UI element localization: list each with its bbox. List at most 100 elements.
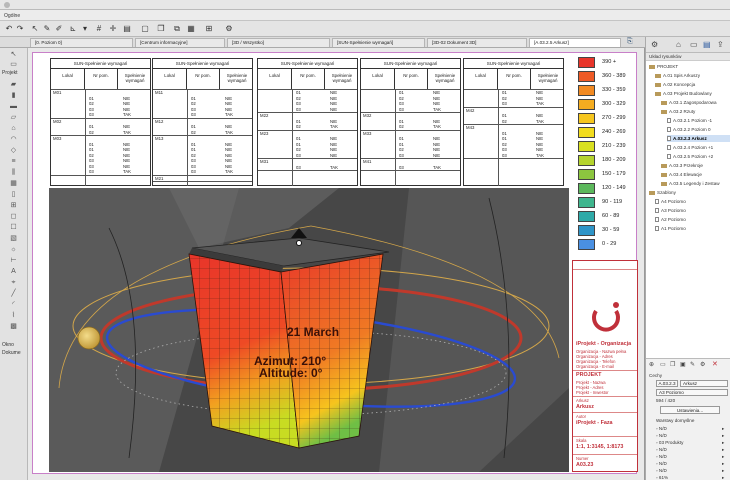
- text-icon[interactable]: A: [7, 267, 20, 276]
- tree-item[interactable]: A1 Poziomo: [655, 225, 730, 232]
- chevron-right-icon[interactable]: ▸: [722, 440, 724, 446]
- roof-icon[interactable]: ⌂: [7, 124, 20, 133]
- copy-icon[interactable]: ❐: [670, 361, 675, 368]
- tree-item[interactable]: A.01 Spis Arkuszy: [655, 72, 730, 79]
- tree-item[interactable]: A2 Poziomo: [655, 216, 730, 223]
- project-map-icon[interactable]: ⌂: [676, 40, 681, 49]
- settings-button[interactable]: Ustawienia...: [660, 406, 720, 414]
- chevron-right-icon[interactable]: ▸: [722, 447, 724, 453]
- tree-item[interactable]: A4 Poziomo: [655, 198, 730, 205]
- tab-centrum-informacyjne[interactable]: [Centrum informacyjne]: [135, 38, 225, 47]
- tree-item[interactable]: A.03.2 Rzuty: [661, 108, 730, 115]
- chevron-down-icon[interactable]: ▾: [80, 24, 90, 34]
- railing-icon[interactable]: ⫼: [7, 168, 20, 177]
- chevron-right-icon[interactable]: ▸: [722, 461, 724, 467]
- shell-icon[interactable]: ◠: [7, 135, 20, 144]
- polyline-icon[interactable]: ⌇: [7, 311, 20, 320]
- undo-icon[interactable]: ↶: [4, 24, 14, 34]
- tree-item[interactable]: A.03.4 Elewacje: [661, 171, 730, 178]
- label-icon[interactable]: ⌖: [7, 278, 20, 287]
- id-field[interactable]: A.03.2.3: [656, 380, 678, 387]
- line-icon[interactable]: ╱: [7, 289, 20, 298]
- chevron-right-icon[interactable]: ▸: [722, 433, 724, 439]
- align-icon[interactable]: ⊞: [204, 24, 214, 34]
- chevron-right-icon[interactable]: ▸: [722, 468, 724, 474]
- group-icon[interactable]: ⧉: [172, 24, 182, 34]
- tree-item[interactable]: A.03.2.4 Poziom +1: [667, 144, 730, 151]
- curtain-wall-icon[interactable]: ▦: [7, 179, 20, 188]
- edit-icon[interactable]: ✎: [690, 361, 695, 368]
- dimension-icon[interactable]: ⊢: [7, 256, 20, 265]
- property-row[interactable]: ▫ N/D: [656, 426, 667, 431]
- property-row[interactable]: ▫ N/D: [656, 447, 667, 452]
- view-map-icon[interactable]: ▭: [690, 40, 698, 49]
- menu-item-ogolne[interactable]: Ogólne: [4, 13, 20, 19]
- layers-icon[interactable]: ▤: [122, 24, 132, 34]
- layout-book-icon[interactable]: ▤: [703, 40, 711, 49]
- tab-arkusz[interactable]: [A.03.2.5 Arkusz]: [529, 38, 621, 47]
- lamp-icon[interactable]: ☼: [7, 245, 20, 254]
- tab-3d-dokument[interactable]: [3D-02 Dokument 3D]: [427, 38, 527, 47]
- door-icon[interactable]: ▯: [7, 190, 20, 199]
- marquee-icon[interactable]: ▭: [7, 60, 20, 69]
- tree-item[interactable]: A.03.2.3 Arkusz: [667, 135, 730, 142]
- folder-icon[interactable]: ▭: [660, 361, 666, 368]
- zone-icon[interactable]: ▧: [7, 234, 20, 243]
- tree-item[interactable]: A.03.1 Zagospodarowa: [661, 99, 730, 106]
- tree-item[interactable]: PROJEKT: [649, 63, 730, 70]
- tree-item[interactable]: A.02 Koncepcja: [655, 81, 730, 88]
- window-icon[interactable]: ⊞: [7, 201, 20, 210]
- tree-item[interactable]: Szablony: [649, 189, 730, 196]
- slab-icon[interactable]: ▱: [7, 113, 20, 122]
- redo-icon[interactable]: ↷: [15, 24, 25, 34]
- layers-label[interactable]: Warstwy domyślne: [656, 418, 694, 423]
- tree-item[interactable]: A3 Poziomo: [655, 207, 730, 214]
- brush-icon[interactable]: ✐: [54, 24, 64, 34]
- property-row[interactable]: ▫ 61%: [656, 475, 668, 480]
- pointer-icon[interactable]: ↖: [7, 50, 20, 59]
- property-row[interactable]: ▫ N/D: [656, 461, 667, 466]
- column-icon[interactable]: ▮: [7, 91, 20, 100]
- arrow-icon[interactable]: ↖: [30, 24, 40, 34]
- stair-icon[interactable]: ≡: [7, 157, 20, 166]
- grid-icon[interactable]: #: [94, 24, 104, 34]
- tree-item[interactable]: A.03 Projekt Budowlany: [655, 90, 730, 97]
- snap-icon[interactable]: ⊾: [68, 24, 78, 34]
- pencil-icon[interactable]: ✎: [42, 24, 52, 34]
- wall-icon[interactable]: ▰: [7, 80, 20, 89]
- tree-item[interactable]: A.03.5 Legendy i Zestaw: [661, 180, 730, 187]
- tree-item[interactable]: A.03.2.1 Poziom -1: [667, 117, 730, 124]
- frame-icon[interactable]: ▢: [140, 24, 150, 34]
- mesh-icon[interactable]: ◇: [7, 146, 20, 155]
- property-row[interactable]: ▫ N/D: [656, 433, 667, 438]
- close-icon[interactable]: ✕: [712, 360, 718, 368]
- tab-sun-spelnienie[interactable]: [SUN-Spełnienie wymagań]: [332, 38, 425, 47]
- gear-icon[interactable]: ⚙: [651, 40, 658, 49]
- settings-icon[interactable]: ⚙: [224, 24, 234, 34]
- template-select[interactable]: A3 Poziomo: [656, 389, 728, 396]
- object-icon[interactable]: ☐: [7, 223, 20, 232]
- chevron-right-icon[interactable]: ▸: [722, 475, 724, 480]
- folder-icon[interactable]: ⎘: [627, 38, 633, 46]
- settings-icon[interactable]: ⚙: [700, 361, 705, 368]
- name-field[interactable]: Arkusz: [680, 380, 728, 387]
- chevron-right-icon[interactable]: ▸: [722, 454, 724, 460]
- copy-icon[interactable]: ❐: [156, 24, 166, 34]
- beam-icon[interactable]: ▬: [7, 102, 20, 111]
- add-icon[interactable]: ⊕: [649, 361, 654, 368]
- tree-item[interactable]: A.03.2.5 Poziom +2: [667, 153, 730, 160]
- skylight-icon[interactable]: ◻: [7, 212, 20, 221]
- property-row[interactable]: ▫ N/D: [656, 454, 667, 459]
- property-row[interactable]: ▫ N/D: [656, 468, 667, 473]
- publisher-icon[interactable]: ⇪: [717, 40, 724, 49]
- chevron-right-icon[interactable]: ▸: [722, 426, 724, 432]
- cross-icon[interactable]: ✛: [108, 24, 118, 34]
- tab-3d-wszystko[interactable]: [3D / Wszystko]: [227, 38, 330, 47]
- clone-icon[interactable]: ▣: [680, 361, 686, 368]
- tree-item[interactable]: A.03.3 Przekroje: [661, 162, 730, 169]
- arc-icon[interactable]: ◜: [7, 300, 20, 309]
- window-control-icon[interactable]: [4, 2, 10, 8]
- tab-poziom-0[interactable]: [0. Poziom 0]: [30, 38, 133, 47]
- tree-item[interactable]: A.03.2.2 Poziom 0: [667, 126, 730, 133]
- fill-icon[interactable]: ▩: [7, 322, 20, 331]
